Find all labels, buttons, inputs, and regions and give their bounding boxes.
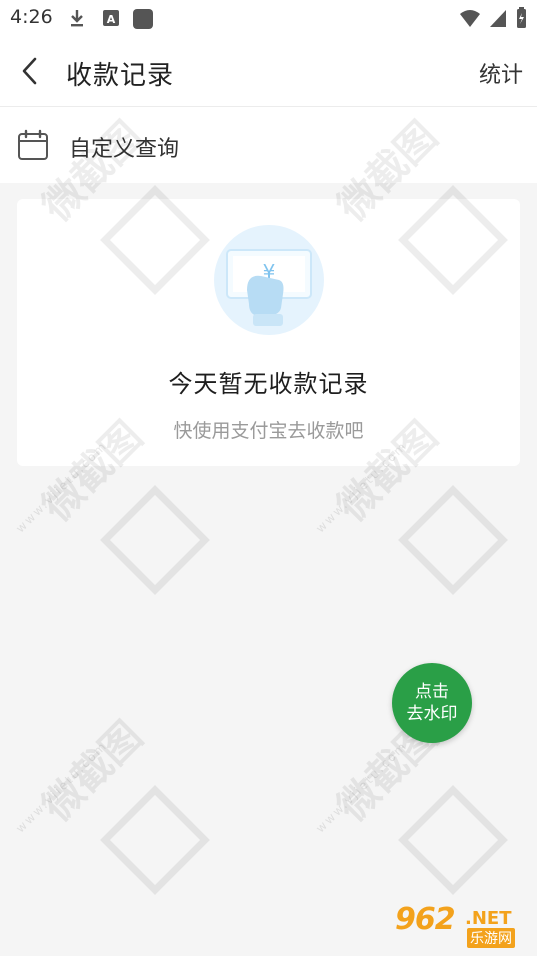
download-icon [71, 10, 83, 27]
fab-line2: 去水印 [406, 704, 458, 724]
svg-text:A: A [107, 13, 116, 26]
empty-state-subtitle: 快使用支付宝去收款吧 [173, 420, 364, 442]
empty-state-title: 今天暂无收款记录 [168, 370, 369, 398]
notification-square-icon [133, 9, 153, 29]
remove-watermark-button[interactable]: 点击 去水印 [392, 663, 472, 743]
custom-query-label: 自定义查询 [69, 137, 180, 162]
empty-payment-illustration: ¥ [214, 225, 324, 335]
system-icons [459, 7, 527, 29]
wifi-icon [460, 10, 480, 27]
site-logo: 962 .NET 乐游网 [395, 902, 527, 948]
statistics-button[interactable]: 统计 [479, 57, 523, 89]
logo-cn: 乐游网 [467, 928, 515, 948]
custom-query-row[interactable]: 自定义查询 [0, 107, 537, 183]
page-title: 收款记录 [66, 61, 175, 91]
app-notification-icon: A [103, 10, 119, 26]
watermark-url: www.vjietu.com [313, 738, 410, 836]
status-time: 4:26 [10, 6, 53, 28]
fab-line1: 点击 [415, 682, 449, 702]
back-arrow-icon[interactable] [14, 54, 48, 88]
status-bar: 4:26 A [0, 0, 537, 36]
logo-suffix: .NET [465, 908, 512, 929]
logo-number: 962 [395, 902, 456, 937]
top-app-bar: 收款记录 统计 [0, 36, 537, 107]
watermark-url: www.vjietu.com [13, 738, 110, 836]
battery-icon [517, 7, 526, 28]
calendar-icon [18, 129, 48, 160]
watermark-text: 微截图 [34, 713, 152, 831]
cellular-signal-icon [490, 10, 506, 27]
empty-state-card: ¥ 今天暂无收款记录 快使用支付宝去收款吧 [17, 199, 520, 466]
